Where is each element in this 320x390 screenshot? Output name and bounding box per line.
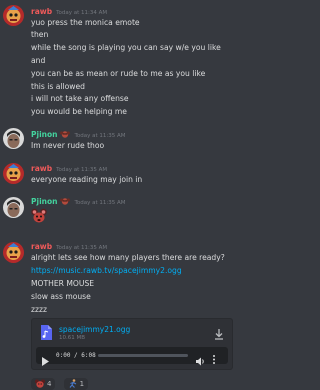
chat-messages: rawb Today at 11:34 AM yuo press the moni…: [0, 0, 291, 390]
message-text: zzzz: [31, 305, 47, 314]
reaction-runner[interactable]: 1: [63, 378, 89, 390]
timestamp: Today at 11:35 AM: [56, 167, 108, 173]
message-header: Pjinon Today at 11:35 AM: [31, 129, 126, 140]
message-text: you would be helping me: [31, 107, 127, 116]
monkey-badge-icon: [60, 197, 71, 205]
author-name[interactable]: Pjinon: [31, 197, 57, 206]
message-header: rawb Today at 11:35 AM: [31, 163, 107, 174]
attachment-file-name[interactable]: spacejimmy21.ogg: [59, 325, 130, 334]
message-text: while the song is playing you can say w/…: [31, 43, 221, 52]
mouse-emote-icon[interactable]: [31, 208, 47, 224]
audio-file-icon: [40, 325, 52, 344]
reaction-count: 1: [79, 380, 85, 388]
message-text: slow ass mouse: [31, 292, 91, 301]
message-text: and: [31, 56, 46, 65]
volume-icon[interactable]: [196, 351, 206, 370]
reaction-mouse-face[interactable]: 4: [31, 378, 56, 390]
message-text: yuo press the monica emote: [31, 18, 140, 27]
timestamp: Today at 11:35 AM: [74, 200, 126, 206]
message-text: Im never rude thoo: [31, 141, 105, 150]
pjinon-avatar-icon[interactable]: [3, 197, 24, 218]
message-text: alright lets see how many players there …: [31, 253, 225, 262]
message-link[interactable]: https://music.rawb.tv/spacejimmy2.ogg: [31, 265, 182, 277]
rawb-avatar-icon[interactable]: [3, 5, 24, 26]
message-header: Pjinon Today at 11:35 AM: [31, 196, 126, 207]
download-icon[interactable]: [214, 325, 224, 344]
play-icon[interactable]: [42, 351, 49, 370]
message-text: everyone reading may join in: [31, 175, 143, 184]
rawb-avatar-icon[interactable]: [3, 163, 24, 184]
author-name[interactable]: rawb: [31, 164, 52, 173]
monkey-badge-icon: [60, 130, 71, 138]
progress-bar[interactable]: [98, 354, 188, 357]
attachment-file-size: 10.61 MB: [59, 335, 86, 341]
audio-player: 0:00 / 6:08: [36, 347, 228, 366]
message-text: this is allowed: [31, 82, 85, 91]
author-name[interactable]: rawb: [31, 242, 52, 251]
author-name[interactable]: Pjinon: [31, 130, 57, 139]
rawb-avatar-icon[interactable]: [3, 242, 24, 263]
timestamp: Today at 11:35 AM: [56, 245, 108, 251]
reaction-count: 4: [47, 380, 52, 388]
audio-attachment: spacejimmy21.ogg 10.61 MB 0:00 / 6:08: [31, 318, 233, 370]
message-text: i will not take any offense: [31, 94, 129, 103]
message-text: MOTHER MOUSE: [31, 279, 95, 288]
timestamp: Today at 11:35 AM: [74, 133, 126, 139]
more-options-icon[interactable]: [212, 350, 216, 369]
timestamp: Today at 11:34 AM: [56, 10, 108, 16]
reactions-bar: 4 1: [31, 371, 91, 390]
message-header: rawb Today at 11:35 AM: [31, 241, 107, 252]
message-text: you can be as mean or rude to me as you …: [31, 69, 206, 78]
playback-time: 0:00 / 6:08: [56, 352, 96, 359]
pjinon-avatar-icon[interactable]: [3, 128, 24, 149]
message-text: then: [31, 30, 49, 39]
author-name[interactable]: rawb: [31, 7, 52, 16]
message-header: rawb Today at 11:34 AM: [31, 6, 107, 17]
